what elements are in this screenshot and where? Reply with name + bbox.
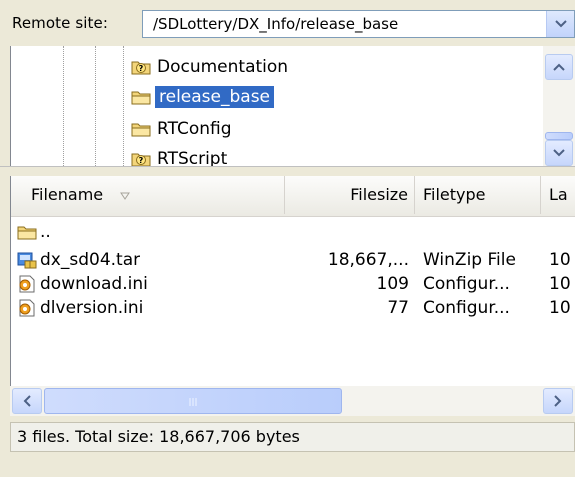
grip-icon: [189, 398, 197, 406]
tree-item-label: Documentation: [157, 57, 289, 77]
status-panel: 3 files. Total size: 18,667,706 bytes: [10, 422, 575, 452]
column-header-label: Filetype: [423, 185, 486, 204]
remote-directory-tree[interactable]: ? Documentation release_base RTConfig ? …: [10, 46, 575, 166]
scroll-right-button[interactable]: [543, 388, 573, 414]
scroll-thumb[interactable]: [545, 132, 573, 140]
column-headers: Filename Filesize Filetype La: [11, 176, 575, 217]
config-file-icon: [19, 299, 35, 317]
file-row[interactable]: dlversion.ini 77 Configur... 10: [11, 296, 575, 320]
file-name: download.ini: [40, 274, 148, 294]
remote-site-bar: Remote site: /SDLottery/DX_Info/release_…: [0, 0, 575, 46]
file-row-parent[interactable]: ..: [11, 220, 575, 244]
tree-item-label: RTScript: [157, 149, 228, 166]
question-folder-icon: ?: [131, 153, 151, 166]
file-name: dx_sd04.tar: [40, 250, 141, 270]
tree-item-label: RTConfig: [157, 119, 232, 139]
column-header-label: La: [549, 185, 568, 204]
file-last-modified: 10: [549, 274, 571, 294]
file-size: 77: [387, 298, 409, 318]
tree-item-documentation[interactable]: ? Documentation: [131, 54, 290, 80]
chevron-left-icon: [23, 395, 31, 407]
tree-item-label: release_base: [155, 86, 275, 108]
file-type: Configur...: [423, 274, 510, 294]
file-list-horizontal-scrollbar[interactable]: [10, 386, 575, 416]
column-header-filesize[interactable]: Filesize: [285, 176, 415, 214]
folder-icon: [17, 226, 37, 240]
remote-path-combobox[interactable]: /SDLottery/DX_Info/release_base: [142, 10, 575, 38]
tree-item-rtscript[interactable]: ? RTScript: [131, 146, 229, 166]
scroll-left-button[interactable]: [12, 388, 42, 414]
column-header-filename[interactable]: Filename: [11, 176, 285, 214]
remote-file-list[interactable]: Filename Filesize Filetype La .. dx_sd04…: [10, 176, 575, 416]
file-name-cell: ..: [17, 220, 51, 244]
scroll-up-button[interactable]: [545, 54, 573, 80]
file-row[interactable]: dx_sd04.tar 18,667,... WinZip File 10: [11, 248, 575, 272]
column-header-label: Filename: [31, 185, 104, 204]
tree-item-rtconfig[interactable]: RTConfig: [131, 116, 234, 142]
chevron-down-icon: [553, 149, 565, 157]
file-last-modified: 10: [549, 250, 571, 270]
column-header-lastmodified[interactable]: La: [541, 176, 575, 214]
pane-splitter[interactable]: [0, 166, 575, 176]
chevron-right-icon: [554, 395, 562, 407]
file-name-cell: dx_sd04.tar: [17, 248, 140, 272]
tree-guide-line: [95, 46, 96, 166]
status-text: 3 files. Total size: 18,667,706 bytes: [17, 427, 300, 446]
tree-item-release-base[interactable]: release_base: [131, 84, 275, 110]
file-name-cell: dlversion.ini: [17, 296, 143, 320]
config-file-icon: [19, 275, 35, 293]
scroll-thumb[interactable]: [44, 388, 342, 414]
file-name: ..: [40, 222, 51, 242]
file-name-cell: download.ini: [17, 272, 148, 296]
column-header-filetype[interactable]: Filetype: [415, 176, 541, 214]
tree-vertical-scrollbar[interactable]: [543, 46, 575, 166]
column-header-label: Filesize: [350, 185, 408, 204]
file-last-modified: 10: [549, 298, 571, 318]
sort-down-icon: [120, 192, 131, 200]
question-folder-icon: ?: [131, 61, 151, 75]
file-row[interactable]: download.ini 109 Configur... 10: [11, 272, 575, 296]
chevron-down-icon: [554, 20, 567, 28]
folder-icon: [131, 91, 151, 105]
status-bar: 3 files. Total size: 18,667,706 bytes: [0, 416, 575, 477]
file-size: 109: [376, 274, 409, 294]
chevron-up-icon: [553, 63, 565, 71]
scroll-down-button[interactable]: [545, 140, 573, 166]
svg-text:?: ?: [139, 64, 144, 73]
file-name: dlversion.ini: [40, 298, 144, 318]
tree-guide-line: [123, 46, 124, 166]
winzip-icon: [17, 252, 37, 269]
file-type: Configur...: [423, 298, 510, 318]
remote-site-label: Remote site:: [12, 14, 108, 32]
tree-guide-line: [63, 46, 64, 166]
file-type: WinZip File: [423, 250, 516, 270]
remote-path-value[interactable]: /SDLottery/DX_Info/release_base: [153, 11, 398, 37]
file-size: 18,667,...: [327, 250, 409, 270]
folder-icon: [131, 123, 151, 137]
svg-text:?: ?: [139, 156, 144, 165]
combo-dropdown-button[interactable]: [546, 11, 574, 37]
